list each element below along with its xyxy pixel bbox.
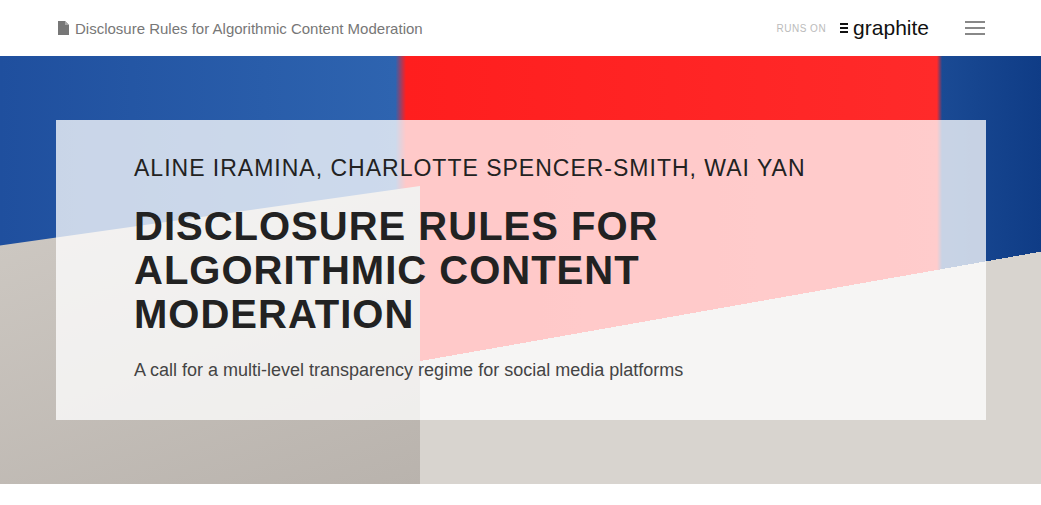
document-title: Disclosure Rules for Algorithmic Content… <box>75 20 423 37</box>
top-bar: Disclosure Rules for Algorithmic Content… <box>0 0 1041 56</box>
paper-title: DISCLOSURE RULES FOR ALGORITHMIC CONTENT… <box>134 204 734 336</box>
hamburger-menu-icon[interactable] <box>965 20 985 36</box>
subtitle: A call for a multi-level transparency re… <box>134 358 926 382</box>
logo-text: graphite <box>853 16 929 40</box>
document-link[interactable]: Disclosure Rules for Algorithmic Content… <box>58 20 776 37</box>
title-card: ALINE IRAMINA, CHARLOTTE SPENCER-SMITH, … <box>56 120 986 420</box>
graphite-logo[interactable]: graphite <box>840 16 929 40</box>
hero-image: ALINE IRAMINA, CHARLOTTE SPENCER-SMITH, … <box>0 56 1041 484</box>
runs-on-label: RUNS ON <box>776 23 826 34</box>
document-icon <box>58 21 69 35</box>
graphite-mark-icon <box>840 23 848 33</box>
authors: ALINE IRAMINA, CHARLOTTE SPENCER-SMITH, … <box>134 154 926 182</box>
